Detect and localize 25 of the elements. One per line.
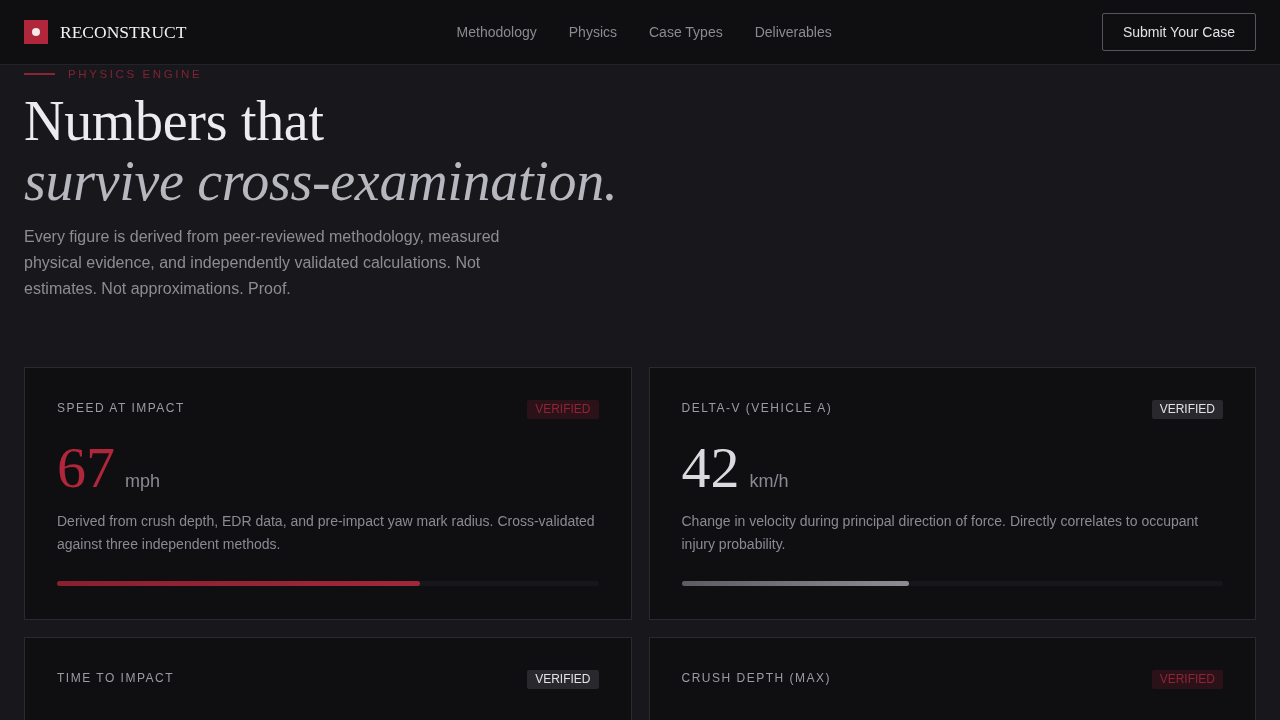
metric-value: 67 <box>57 439 115 497</box>
submit-case-button[interactable]: Submit Your Case <box>1101 13 1256 51</box>
brand-name: RECONSTRUCT <box>60 20 187 44</box>
metric-description: Change in velocity during principal direction of force. Directly correlates to occupant injury probability. <box>681 512 1200 554</box>
verified-badge: VERIFIED <box>1151 670 1223 689</box>
metric-label: TIME TO IMPACT <box>57 671 174 685</box>
metric-unit: mph <box>125 470 160 493</box>
metric-label: CRUSH DEPTH (MAX) <box>681 671 831 685</box>
metric-value: 42 <box>681 439 740 497</box>
metric-label: SPEED AT IMPACT <box>57 401 185 415</box>
logo-icon <box>24 20 48 44</box>
nav-link[interactable]: Deliverables <box>754 21 832 43</box>
verified-badge: VERIFIED <box>527 670 599 689</box>
metric-description: Derived from crush depth, EDR data, and pre-impact yaw mark radius. Cross-validated against three independent methods. <box>57 512 596 554</box>
verified-badge: VERIFIED <box>1151 400 1223 419</box>
nav-link[interactable]: Methodology <box>456 21 537 43</box>
section-eyebrow: PHYSICS ENGINE <box>68 67 203 82</box>
metric-unit: km/h <box>749 470 789 493</box>
metric-label: DELTA-V (VEHICLE A) <box>681 401 833 415</box>
verified-badge: VERIFIED <box>527 400 599 419</box>
hero-heading: Numbers that survive cross-examination. <box>24 91 619 211</box>
nav-link[interactable]: Case Types <box>649 21 723 43</box>
hero-description: Every figure is derived from peer-reviewed methodology, measured physical evidence, and independently validated calculations. Not estimates. Not approximations. Proof. <box>24 227 501 299</box>
accent-rule <box>24 73 55 75</box>
nav-link[interactable]: Physics <box>568 21 617 43</box>
